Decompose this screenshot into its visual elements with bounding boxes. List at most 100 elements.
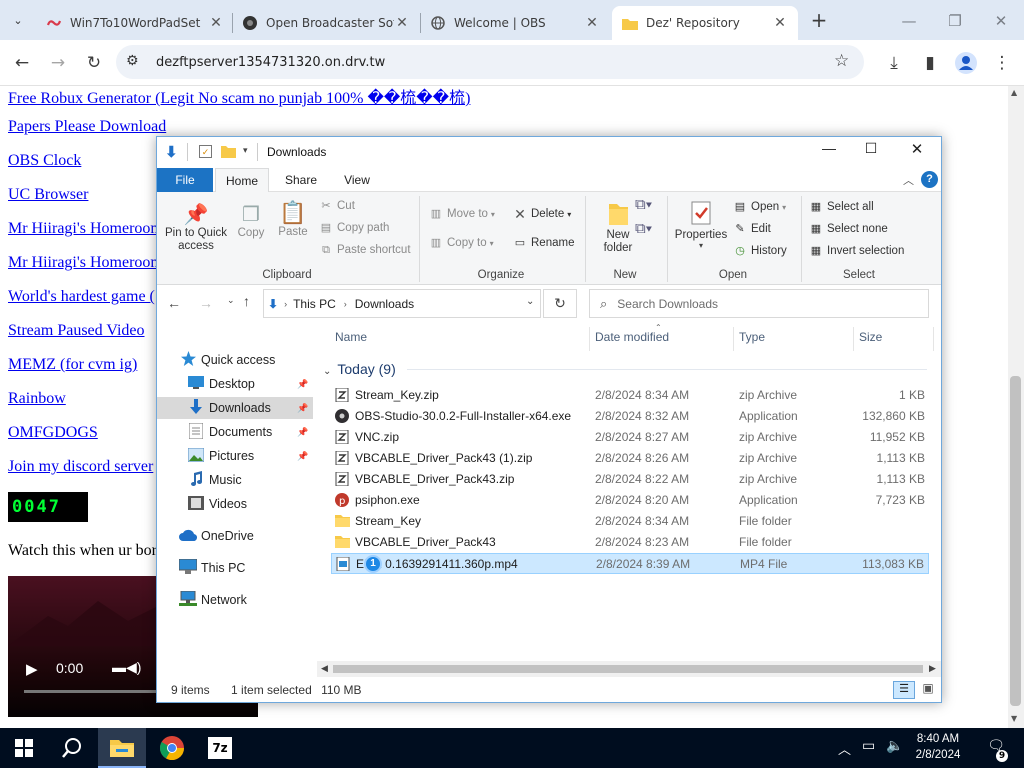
group-header-today[interactable]: ⌄ Today (9) (323, 361, 396, 377)
restore-button[interactable]: ❐ (932, 8, 978, 34)
forward-arrow-icon[interactable]: → (199, 295, 213, 311)
reload-button[interactable]: ↻ (80, 49, 108, 77)
nav-item-documents[interactable]: Documents 📌 (157, 421, 313, 443)
nav-item-network[interactable]: Network (157, 589, 313, 611)
nav-item-onedrive[interactable]: OneDrive (157, 525, 313, 547)
recent-locations-icon[interactable]: ⌄ (227, 295, 235, 306)
tab-welcome-obs[interactable]: Welcome | OBS ✕ (420, 6, 610, 40)
pinned-icon[interactable]: 📌 (297, 427, 308, 438)
bookmark-star-icon[interactable]: ☆ (834, 51, 849, 71)
nav-item-pictures[interactable]: Pictures 📌 (157, 445, 313, 467)
explorer-maximize-button[interactable]: ☐ (857, 140, 885, 164)
start-button[interactable] (0, 728, 48, 768)
paste-shortcut-button[interactable]: ⧉ Paste shortcut (319, 243, 410, 257)
properties-dropdown-icon[interactable]: ▾ (671, 241, 731, 250)
properties-checkbox-icon[interactable]: ✓ (199, 145, 212, 158)
back-arrow-icon[interactable]: ← (167, 295, 181, 311)
refresh-button[interactable]: ↻ (543, 289, 577, 318)
profile-avatar[interactable] (952, 49, 980, 77)
explorer-close-button[interactable]: ✕ (903, 140, 931, 164)
link-discord[interactable]: Join my discord server (8, 458, 153, 476)
tab-share[interactable]: Share (273, 168, 329, 192)
help-icon[interactable]: ? (921, 171, 938, 188)
search-taskbar-icon[interactable] (48, 728, 96, 768)
rename-button[interactable]: ▭ Rename (513, 236, 575, 250)
new-tab-button[interactable]: + (806, 8, 832, 34)
nav-item-downloads[interactable]: Downloads 📌 (157, 397, 313, 419)
link-uc-browser[interactable]: UC Browser (8, 186, 88, 204)
pin-quick-access-button[interactable]: 📌 Pin to Quick access (163, 202, 229, 253)
tab-file[interactable]: File (157, 168, 213, 192)
close-icon[interactable]: ✕ (584, 15, 600, 31)
menu-icon[interactable]: ⋮ (988, 49, 1016, 77)
file-row[interactable]: VBCABLE_Driver_Pack43.zip 2/8/2024 8:22 A… (331, 469, 929, 490)
file-row[interactable]: VBCABLE_Driver_Pack43 (1).zip 2/8/2024 8:… (331, 448, 929, 469)
collapse-ribbon-icon[interactable]: ︿ (903, 172, 914, 188)
copy-button[interactable]: ❐ Copy (233, 202, 269, 239)
downloads-icon[interactable]: ⤓ (880, 49, 908, 77)
close-icon[interactable]: ✕ (772, 15, 788, 31)
paste-button[interactable]: 📋 Paste (275, 200, 311, 238)
file-row[interactable]: VBCABLE_Driver_Pack43 2/8/2024 8:23 AM Fil… (331, 532, 929, 553)
link-homeroom-1[interactable]: Mr Hiiragi's Homeroom (8, 220, 163, 238)
scroll-right-icon[interactable]: ▶ (929, 663, 936, 674)
site-info-icon[interactable]: ⚙ (126, 53, 139, 69)
volume-icon[interactable]: ▬◀) (112, 659, 141, 676)
tab-dez-repository[interactable]: Dez' Repository ✕ (612, 6, 798, 40)
play-icon[interactable]: ▶ (26, 660, 38, 678)
search-box[interactable]: ⌕ Search Downloads (589, 289, 929, 318)
system-clock[interactable]: 8:40 AM 2/8/2024 (914, 731, 962, 763)
link-rainbow[interactable]: Rainbow (8, 390, 66, 408)
side-panel-icon[interactable]: ▮ (916, 49, 944, 77)
tab-home[interactable]: Home (215, 168, 269, 192)
link-hardest-game[interactable]: World's hardest game ( (8, 288, 155, 306)
breadcrumb-this-pc[interactable]: This PC (293, 297, 336, 311)
link-homeroom-2[interactable]: Mr Hiiragi's Homeroom (8, 254, 163, 272)
explorer-minimize-button[interactable]: — (815, 140, 843, 164)
tab-view[interactable]: View (329, 168, 385, 192)
nav-item-music[interactable]: Music (157, 469, 313, 491)
explorer-address-bar[interactable]: ⬇ › This PC › Downloads ⌄ (263, 289, 541, 318)
column-size[interactable]: Size (859, 330, 882, 344)
quick-access-dropdown-icon[interactable]: ▾ (243, 145, 248, 156)
nav-item-videos[interactable]: Videos (157, 493, 313, 515)
open-button[interactable]: ▤ Open ▾ (733, 200, 786, 214)
minimize-button[interactable]: — (886, 8, 932, 34)
address-history-icon[interactable]: ⌄ (526, 296, 534, 307)
close-icon[interactable]: ✕ (394, 15, 410, 31)
tab-win7to10[interactable]: Win7To10WordPadSet ✕ (36, 6, 234, 40)
link-omfgdogs[interactable]: OMFGDOGS (8, 424, 98, 442)
nav-item-quick-access[interactable]: Quick access (157, 349, 313, 371)
file-row[interactable]: Stream_Key.zip 2/8/2024 8:34 AM zip Archiv… (331, 385, 929, 406)
page-scrollbar-thumb[interactable] (1010, 376, 1021, 706)
file-row[interactable]: OBS-Studio-30.0.2-Full-Installer-x64.exe… (331, 406, 929, 427)
pinned-icon[interactable]: 📌 (297, 403, 308, 414)
file-explorer-taskbar-icon[interactable] (98, 728, 146, 768)
link-memz[interactable]: MEMZ (for cvm ig) (8, 356, 137, 374)
select-none-button[interactable]: ▦ Select none (809, 222, 888, 236)
back-button[interactable]: ← (8, 49, 36, 77)
select-all-button[interactable]: ▦ Select all (809, 200, 874, 214)
close-icon[interactable]: ✕ (208, 15, 224, 31)
link-obs-clock[interactable]: OBS Clock (8, 152, 81, 170)
address-bar[interactable]: ⚙ dezftpserver1354731320.on.drv.tw ☆ (116, 45, 864, 79)
file-row[interactable]: Stream_Key 2/8/2024 8:34 AM File folder (331, 511, 929, 532)
file-row[interactable]: VNC.zip 2/8/2024 8:27 AM zip Archive 11,952… (331, 427, 929, 448)
volume-icon[interactable]: 🔈 (886, 738, 903, 754)
edit-button[interactable]: ✎ Edit (733, 222, 770, 236)
cut-button[interactable]: ✂ Cut (319, 199, 355, 213)
chrome-taskbar-icon[interactable] (148, 728, 196, 768)
nav-item-desktop[interactable]: Desktop 📌 (157, 373, 313, 395)
column-date-modified[interactable]: Date modified (595, 330, 669, 344)
up-arrow-icon[interactable]: ↑ (243, 293, 250, 309)
delete-button[interactable]: ✕ Delete ▾ (513, 207, 571, 221)
show-hidden-icons-icon[interactable]: ︿ (838, 739, 851, 758)
easy-access-icon[interactable]: ⧉▾ (635, 220, 652, 237)
properties-button[interactable]: Properties ▾ (671, 200, 731, 250)
tab-search-chevron-icon[interactable]: ⌄ (6, 10, 30, 32)
breadcrumb-downloads[interactable]: Downloads (355, 297, 414, 311)
new-folder-quick-icon[interactable] (221, 144, 236, 161)
pinned-icon[interactable]: 📌 (297, 451, 308, 462)
column-name[interactable]: Name (335, 330, 367, 344)
nav-item-this-pc[interactable]: This PC (157, 557, 313, 579)
